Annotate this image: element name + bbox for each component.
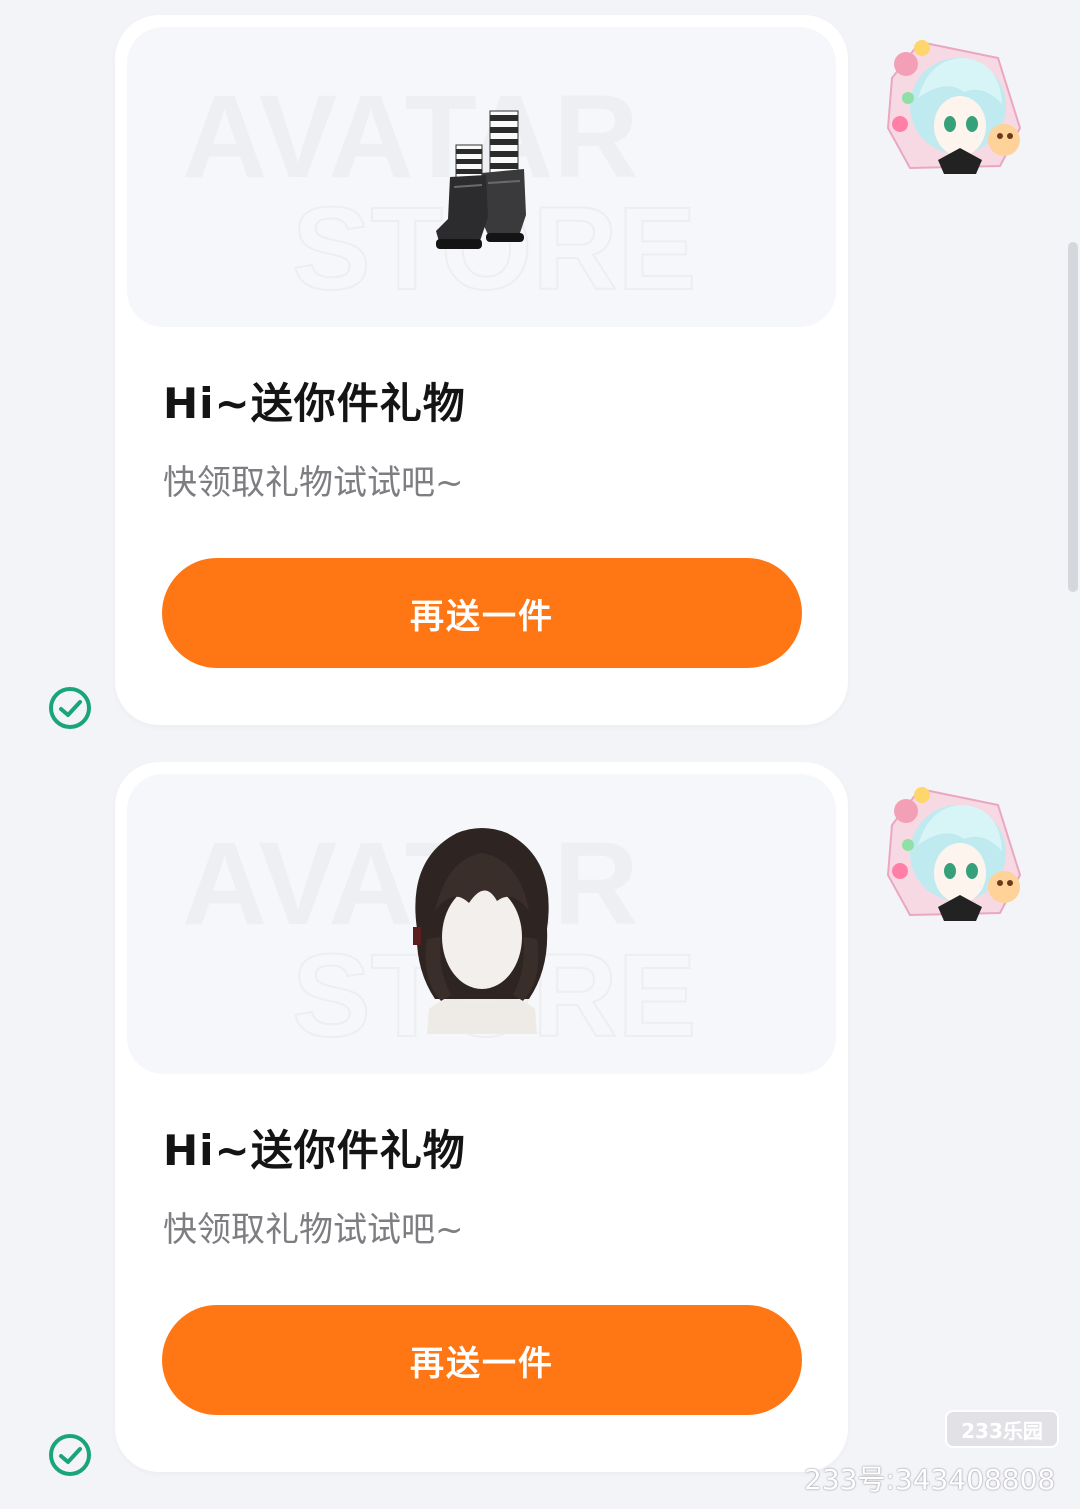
boots-icon	[436, 110, 526, 249]
chat-page: AVATAR STORE Hi~送你件礼物 快领取礼物试试吧~ 再送一件 AVA…	[0, 0, 1080, 1509]
anime-avatar-icon[interactable]	[880, 28, 1030, 178]
gift-message-card: AVATAR STORE Hi~送你件礼物 快领取礼物试试吧~ 再送一件	[115, 15, 848, 725]
item-preview[interactable]: AVATAR STORE	[127, 774, 836, 1074]
check-circle-icon	[49, 687, 91, 729]
gift-message-card: AVATAR STORE Hi~送你件礼物 快领取礼物试试吧~ 再送一件	[115, 762, 848, 1472]
brand-logo: 233乐园	[945, 1410, 1059, 1448]
item-preview[interactable]: AVATAR STORE	[127, 27, 836, 327]
hair-icon	[413, 828, 549, 1034]
gift-subtitle: 快领取礼物试试吧~	[163, 1210, 464, 1250]
gift-title: Hi~送你件礼物	[163, 379, 466, 428]
anime-avatar-icon[interactable]	[880, 775, 1030, 925]
brand-id-text: 233号:343408808	[804, 1463, 1056, 1496]
check-circle-icon	[49, 1434, 91, 1476]
gift-subtitle: 快领取礼物试试吧~	[163, 463, 464, 503]
scrollbar[interactable]	[1068, 242, 1078, 592]
send-another-button[interactable]: 再送一件	[162, 558, 802, 668]
gift-title: Hi~送你件礼物	[163, 1126, 466, 1175]
send-another-button[interactable]: 再送一件	[162, 1305, 802, 1415]
